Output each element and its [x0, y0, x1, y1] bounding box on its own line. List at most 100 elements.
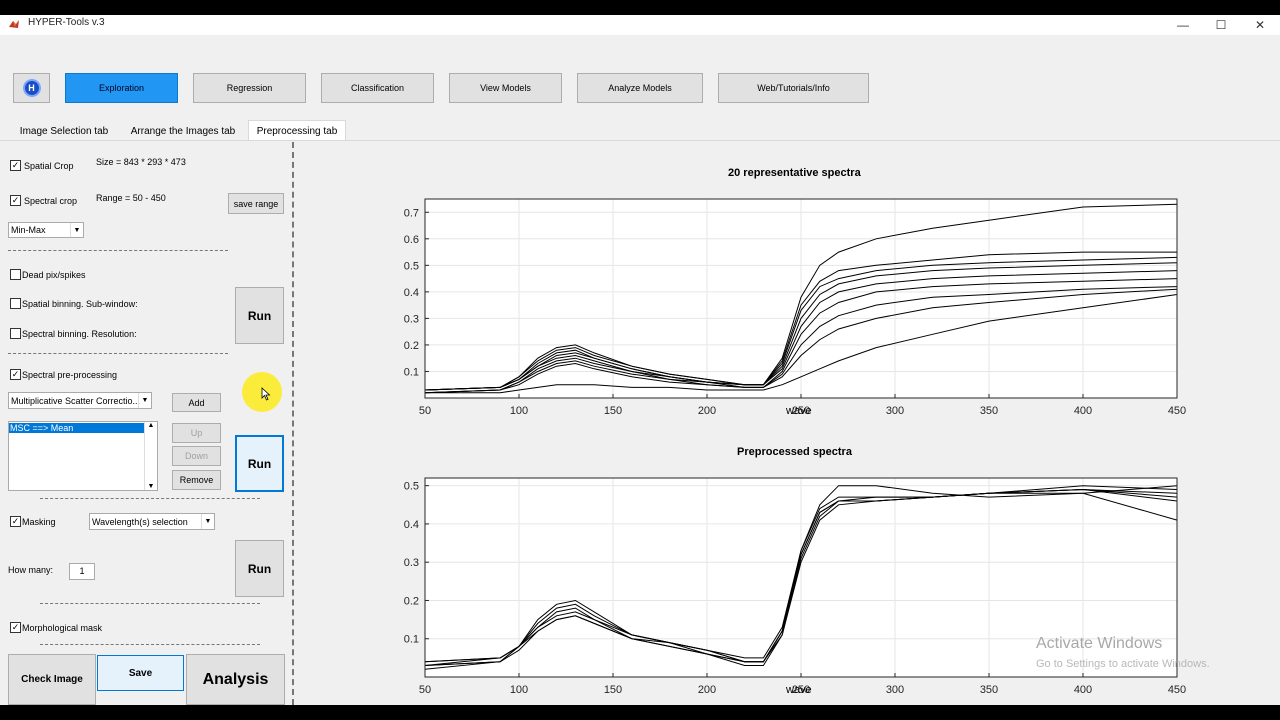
normalization-value: Min-Max	[11, 225, 46, 235]
y-tick-label: 0.2	[404, 340, 419, 352]
analysis-button[interactable]: Analysis	[186, 654, 285, 705]
tab-preprocessing[interactable]: Preprocessing tab	[248, 120, 346, 141]
run-button-spectral[interactable]: Run	[235, 435, 284, 492]
divider	[40, 603, 260, 604]
plot1-chart: 50 100 150 200 250 300 350 400 4500.10.20.30.40.…	[404, 198, 1186, 417]
scroll-down-icon[interactable]: ▼	[145, 483, 157, 490]
divider	[8, 353, 228, 354]
x-tick-label: 200	[698, 405, 716, 417]
spatial-crop-label: Spatial Crop	[24, 161, 74, 171]
exploration-button[interactable]: Exploration	[65, 73, 178, 103]
size-info: Size = 843 * 293 * 473	[96, 157, 186, 167]
x-tick-label: 400	[1074, 684, 1092, 696]
minimize-button[interactable]: —	[1163, 15, 1203, 35]
x-tick-label: 350	[980, 405, 998, 417]
spectral-binning-checkbox[interactable]	[10, 328, 21, 339]
chevron-down-icon: ▼	[201, 514, 214, 529]
mouse-pointer-icon	[261, 387, 271, 401]
x-tick-label: 150	[604, 405, 622, 417]
range-info: Range = 50 - 450	[96, 193, 166, 203]
y-tick-label: 0.4	[404, 287, 419, 299]
plot1-xlabel: wave	[786, 405, 812, 417]
plot2-xlabel: wave	[786, 684, 812, 696]
tab-arrange-images[interactable]: Arrange the Images tab	[122, 122, 244, 140]
dead-pix-checkbox[interactable]	[10, 269, 21, 280]
spectral-preprocessing-checkbox[interactable]: ✓	[10, 369, 21, 380]
classification-button[interactable]: Classification	[321, 73, 434, 103]
maximize-button[interactable]: ☐	[1201, 15, 1241, 35]
y-tick-label: 0.5	[404, 481, 419, 493]
logo-button[interactable]: H	[13, 73, 50, 103]
tab-image-selection[interactable]: Image Selection tab	[10, 122, 118, 140]
activate-windows-subtitle: Go to Settings to activate Windows.	[1036, 658, 1210, 670]
x-tick-label: 450	[1168, 684, 1186, 696]
y-tick-label: 0.7	[404, 207, 419, 219]
up-button[interactable]: Up	[172, 423, 221, 443]
analyze-models-button[interactable]: Analyze Models	[577, 73, 703, 103]
app-window: HYPER-Tools v.3 — ☐ ✕ H Exploration Regr…	[0, 15, 1280, 705]
spectral-binning-label: Spectral binning. Resolution:	[22, 329, 137, 339]
matlab-icon	[9, 20, 19, 28]
chevron-down-icon: ▼	[70, 223, 83, 237]
masking-label: Masking	[22, 517, 56, 527]
check-image-button[interactable]: Check Image	[8, 654, 96, 705]
mask-value: Wavelength(s) selection	[92, 516, 188, 527]
y-tick-label: 0.1	[404, 634, 419, 646]
close-button[interactable]: ✕	[1240, 15, 1280, 35]
preprocessing-list[interactable]: MSC ==> Mean ▲ ▼	[8, 421, 158, 491]
spectral-crop-label: Spectral crop	[24, 196, 78, 206]
y-tick-label: 0.2	[404, 595, 419, 607]
normalization-select[interactable]: Min-Max ▼	[8, 222, 84, 238]
save-button[interactable]: Save	[97, 655, 184, 691]
morphological-mask-checkbox[interactable]: ✓	[10, 622, 21, 633]
x-tick-label: 400	[1074, 405, 1092, 417]
divider	[40, 644, 260, 645]
dead-pix-label: Dead pix/spikes	[22, 270, 86, 280]
method-value: Multiplicative Scatter Correctio...	[11, 395, 141, 406]
x-tick-label: 50	[419, 405, 431, 417]
run-button-preprocess[interactable]: Run	[235, 287, 284, 344]
method-select[interactable]: Multiplicative Scatter Correctio... ▼	[8, 392, 152, 409]
window-title: HYPER-Tools v.3	[28, 17, 105, 28]
mask-select[interactable]: Wavelength(s) selection ▼	[89, 513, 215, 530]
panel-splitter[interactable]	[292, 142, 294, 705]
x-tick-label: 50	[419, 684, 431, 696]
x-tick-label: 450	[1168, 405, 1186, 417]
regression-button[interactable]: Regression	[193, 73, 306, 103]
list-item[interactable]: MSC ==> Mean	[9, 423, 145, 433]
down-button[interactable]: Down	[172, 446, 221, 466]
y-tick-label: 0.6	[404, 234, 419, 246]
masking-checkbox[interactable]: ✓	[10, 516, 21, 527]
y-tick-label: 0.5	[404, 260, 419, 272]
y-tick-label: 0.4	[404, 519, 419, 531]
y-tick-label: 0.3	[404, 557, 419, 569]
spatial-binning-label: Spatial binning. Sub-window:	[22, 299, 138, 309]
morphological-mask-label: Morphological mask	[22, 623, 103, 633]
x-tick-label: 150	[604, 684, 622, 696]
scroll-up-icon[interactable]: ▲	[145, 422, 157, 429]
tab-strip-border	[0, 140, 1280, 141]
y-tick-label: 0.3	[404, 313, 419, 325]
x-tick-label: 350	[980, 684, 998, 696]
spatial-crop-checkbox[interactable]: ✓	[10, 160, 21, 171]
hyper-tools-logo-icon: H	[22, 79, 41, 97]
x-tick-label: 200	[698, 684, 716, 696]
remove-button[interactable]: Remove	[172, 470, 221, 490]
y-tick-label: 0.1	[404, 366, 419, 378]
spectral-crop-checkbox[interactable]: ✓	[10, 195, 21, 206]
list-scrollbar[interactable]: ▲ ▼	[144, 422, 157, 490]
run-button-masking[interactable]: Run	[235, 540, 284, 597]
x-tick-label: 300	[886, 684, 904, 696]
save-range-button[interactable]: save range	[228, 193, 284, 214]
divider	[8, 250, 228, 251]
add-button[interactable]: Add	[172, 393, 221, 412]
web-tutorials-info-button[interactable]: Web/Tutorials/Info	[718, 73, 869, 103]
how-many-input[interactable]: 1	[69, 563, 95, 580]
divider	[40, 498, 260, 499]
x-tick-label: 300	[886, 405, 904, 417]
x-tick-label: 100	[510, 684, 528, 696]
view-models-button[interactable]: View Models	[449, 73, 562, 103]
chevron-down-icon: ▼	[138, 393, 151, 408]
spatial-binning-checkbox[interactable]	[10, 298, 21, 309]
how-many-label: How many:	[8, 565, 54, 575]
